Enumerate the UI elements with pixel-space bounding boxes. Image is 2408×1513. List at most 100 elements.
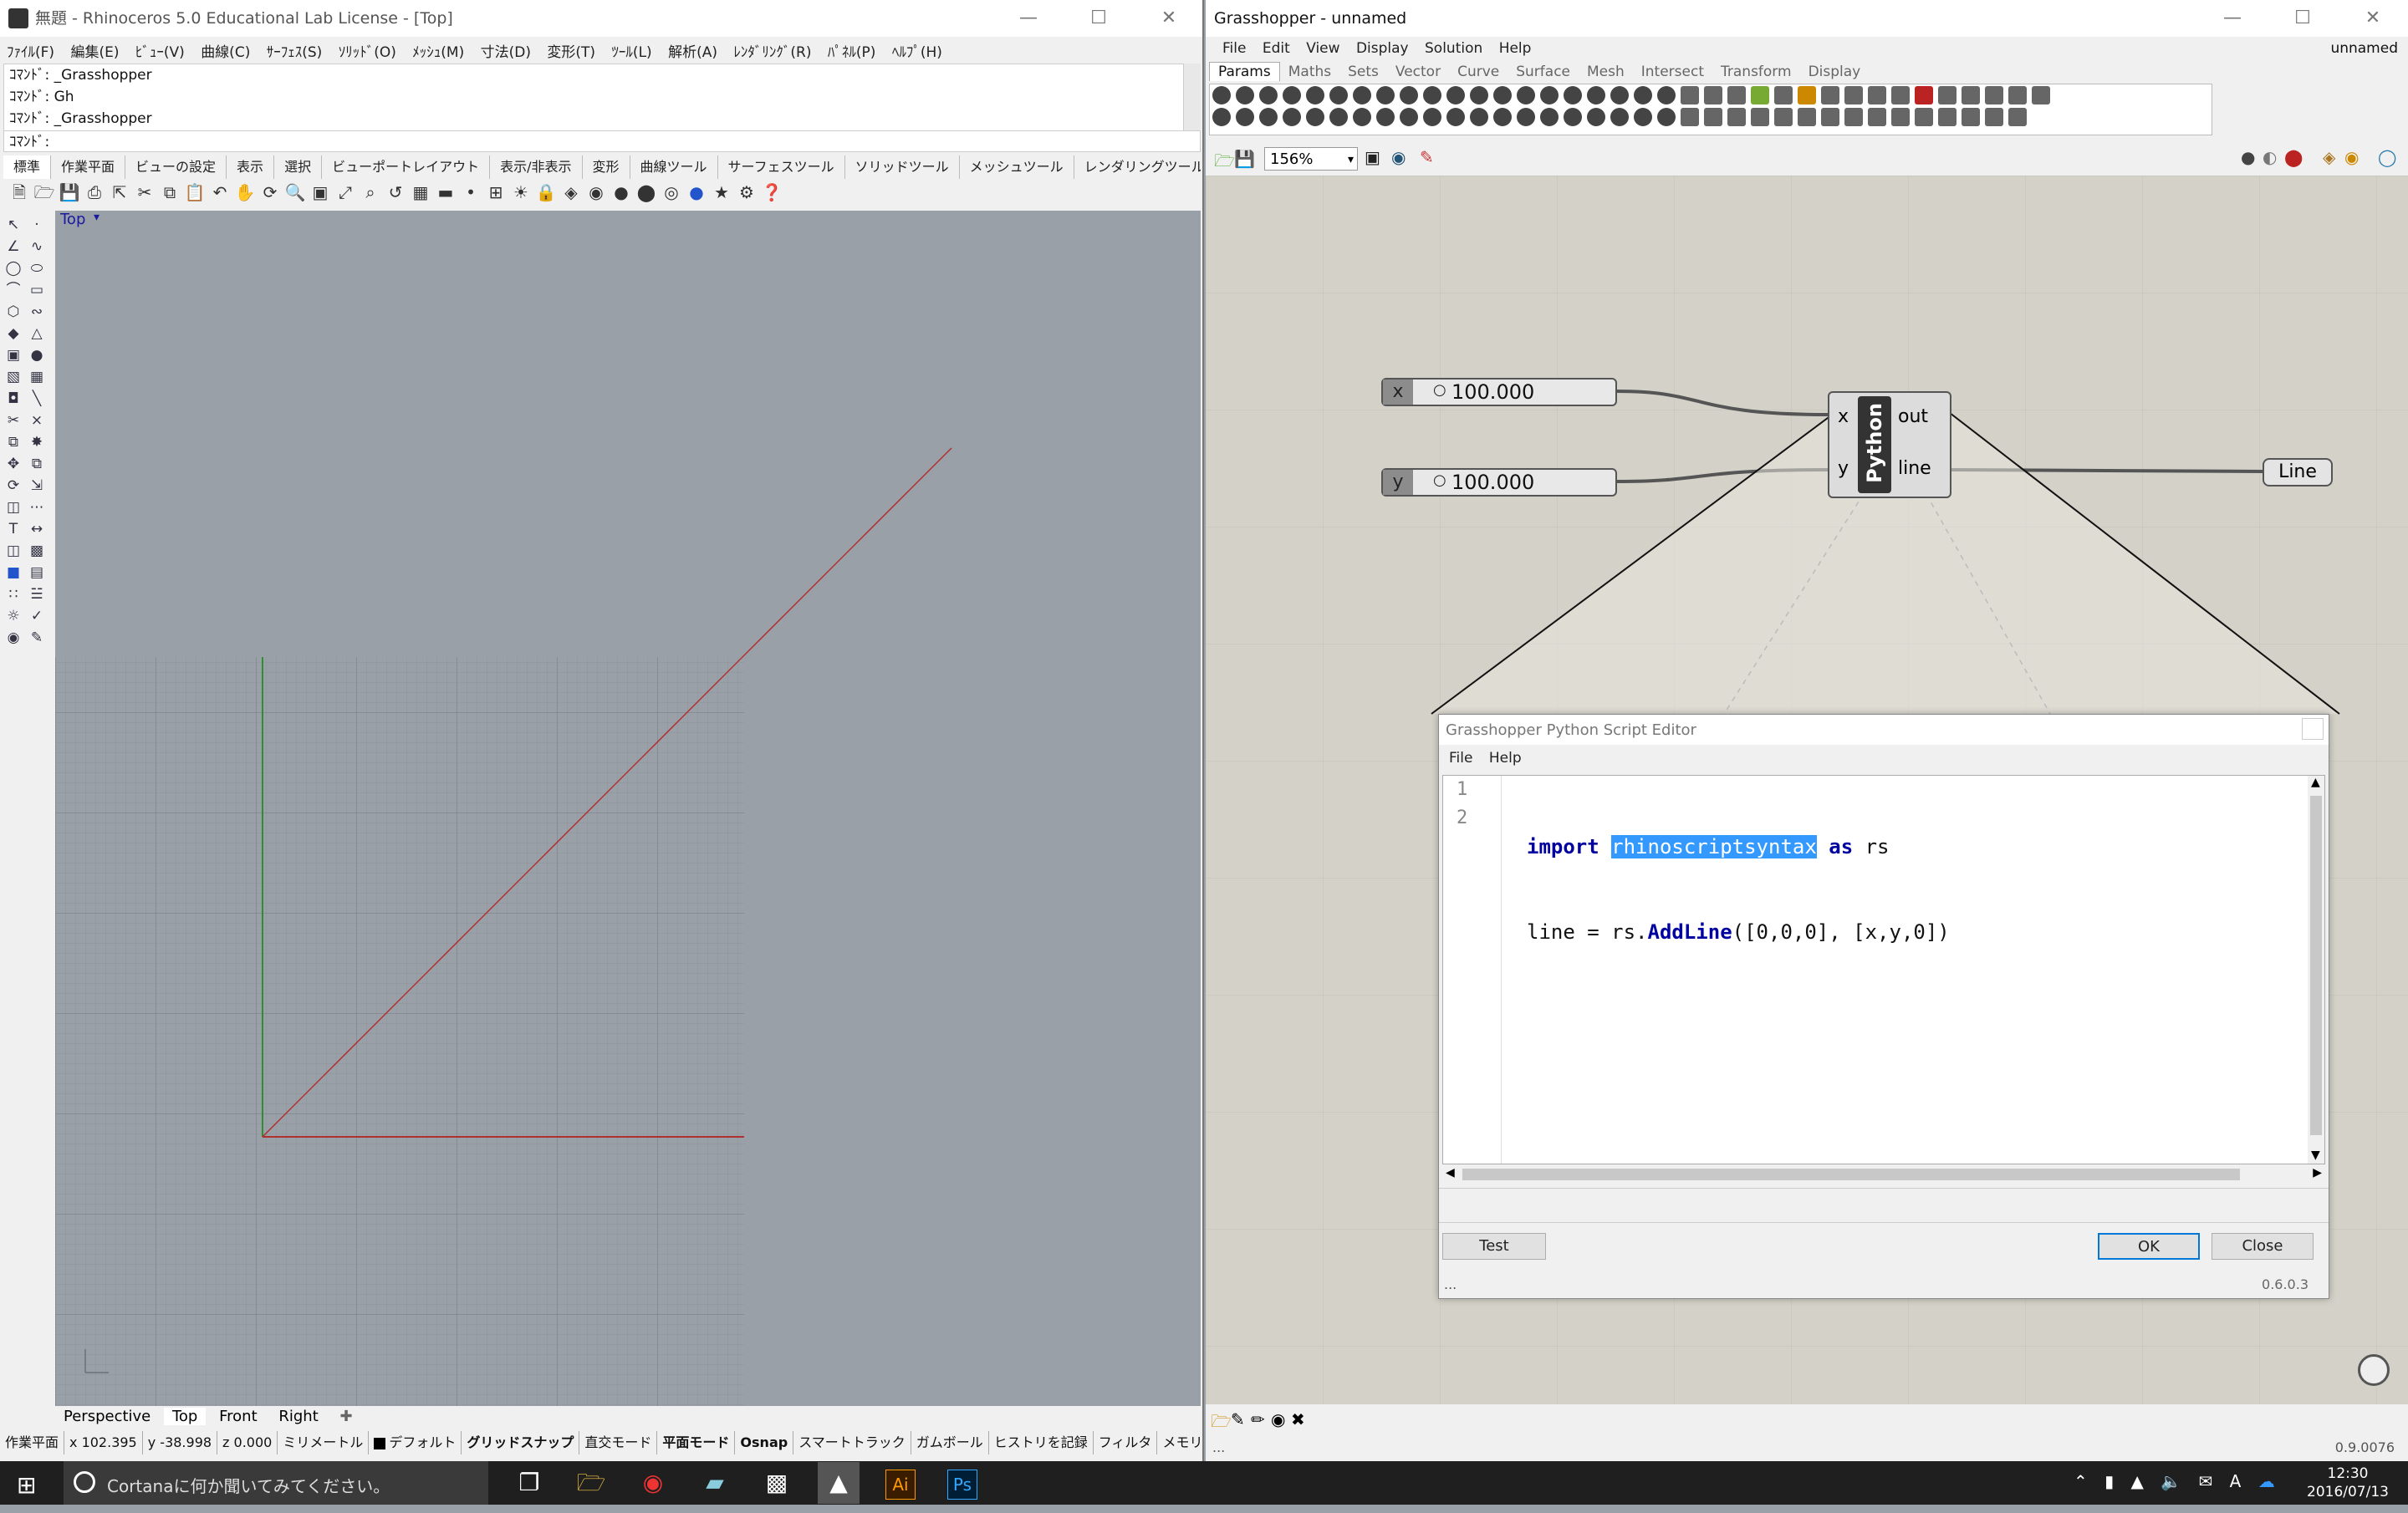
- hscroll-thumb[interactable]: [1462, 1169, 2240, 1180]
- save-icon[interactable]: 💾: [58, 181, 81, 204]
- lock-icon[interactable]: 🔒: [534, 181, 558, 204]
- menu-render[interactable]: ﾚﾝﾀﾞﾘﾝｸﾞ(R): [733, 44, 811, 61]
- menu-mesh[interactable]: ﾒｯｼｭ(M): [412, 44, 464, 61]
- start-windows-icon[interactable]: ⊞: [17, 1471, 36, 1499]
- tab-top[interactable]: Top: [163, 1408, 207, 1425]
- gh-util-icon[interactable]: [1915, 86, 1933, 104]
- mirror-icon[interactable]: ◫: [2, 497, 25, 518]
- battery-icon[interactable]: ▮: [2104, 1471, 2114, 1491]
- print-icon[interactable]: ⎙: [83, 181, 106, 204]
- clock[interactable]: 12:30 2016/07/13: [2298, 1465, 2398, 1501]
- app-icon[interactable]: ▰: [694, 1462, 736, 1504]
- open-file-icon[interactable]: 🗁: [33, 181, 56, 204]
- task-view-icon[interactable]: ❐: [508, 1462, 550, 1504]
- number-slider-x[interactable]: x ○ 100.000: [1381, 378, 1617, 406]
- volume-icon[interactable]: 🔈: [2161, 1471, 2181, 1491]
- gh-tab-curve[interactable]: Curve: [1449, 63, 1508, 81]
- grid-array-icon[interactable]: ∷: [2, 583, 25, 605]
- gh-util-icon[interactable]: [2032, 86, 2050, 104]
- light-icon[interactable]: ☀: [509, 181, 533, 204]
- gh-input-icon[interactable]: [1821, 108, 1839, 126]
- gh-input-icon[interactable]: [1821, 86, 1839, 104]
- gh-param-icon[interactable]: [1283, 108, 1301, 126]
- check-icon[interactable]: ✓: [25, 605, 48, 627]
- chrome-icon[interactable]: ◉: [632, 1462, 674, 1504]
- toggle-history[interactable]: ヒストリを記録: [989, 1431, 1094, 1454]
- options-gear-icon[interactable]: ⚙: [735, 181, 758, 204]
- gh-param-icon[interactable]: [1283, 86, 1301, 104]
- gh-folder-icon[interactable]: 🗁: [1211, 1409, 1232, 1438]
- menu-file[interactable]: ﾌｧｲﾙ(F): [7, 44, 54, 61]
- gh-param-icon[interactable]: [1657, 108, 1676, 126]
- scroll-left-icon[interactable]: ◀: [1446, 1166, 1455, 1179]
- gh-brush-icon[interactable]: ✏: [1251, 1409, 1265, 1429]
- gh-input-icon[interactable]: [1704, 86, 1722, 104]
- gh-close-icon[interactable]: ✕: [2338, 0, 2408, 37]
- gh-param-icon[interactable]: [1353, 86, 1371, 104]
- tab-mesh-tools[interactable]: メッシュツール: [960, 155, 1074, 179]
- blue-sphere-icon[interactable]: ●: [685, 181, 708, 204]
- gh-param-icon[interactable]: [1657, 86, 1676, 104]
- gh-util-icon[interactable]: [2008, 86, 2027, 104]
- menu-view[interactable]: ﾋﾞｭｰ(V): [135, 44, 185, 61]
- gh-titlebar[interactable]: Grasshopper - unnamed — ☐ ✕: [1206, 0, 2408, 37]
- gh-param-icon[interactable]: [1423, 86, 1441, 104]
- gh-zoom-select[interactable]: 156% ▾: [1264, 147, 1358, 171]
- input-x-label[interactable]: x: [1838, 406, 1849, 427]
- menu-help[interactable]: ﾍﾙﾌﾟ(H): [892, 44, 942, 61]
- menu-curve[interactable]: 曲線(C): [201, 44, 250, 61]
- group-icon[interactable]: ◫: [2, 540, 25, 562]
- gh-param-icon[interactable]: [1400, 108, 1418, 126]
- gh-param-icon[interactable]: [1259, 86, 1278, 104]
- gh-input-icon[interactable]: [1798, 108, 1816, 126]
- gh-param-icon[interactable]: [1610, 108, 1629, 126]
- gh-input-icon[interactable]: [1798, 86, 1816, 104]
- gh-param-icon[interactable]: [1470, 86, 1488, 104]
- tab-solid-tools[interactable]: ソリッドツール: [845, 155, 960, 179]
- gh-minimize-icon[interactable]: —: [2197, 0, 2268, 37]
- explode-icon[interactable]: ✸: [25, 431, 48, 453]
- menu-dimension[interactable]: 寸法(D): [481, 44, 531, 61]
- four-view-icon[interactable]: ▦: [409, 181, 432, 204]
- gh-param-icon[interactable]: [1564, 86, 1582, 104]
- sphere-icon[interactable]: ●: [25, 344, 48, 366]
- gh-target-icon[interactable]: ◉: [1271, 1409, 1285, 1429]
- close-button[interactable]: Close: [2212, 1233, 2314, 1260]
- toggle-osnap[interactable]: Osnap: [735, 1431, 794, 1454]
- arc-icon[interactable]: ⌒: [2, 279, 25, 301]
- output-out-label[interactable]: out: [1898, 406, 1928, 427]
- gh-param-icon[interactable]: [1400, 86, 1418, 104]
- gh-input-icon[interactable]: [1891, 108, 1910, 126]
- tab-right[interactable]: Right: [270, 1408, 326, 1425]
- tab-transform[interactable]: 変形: [583, 155, 630, 179]
- trim-icon[interactable]: ✂: [2, 410, 25, 431]
- import-icon[interactable]: ⇱: [108, 181, 131, 204]
- gh-tab-mesh[interactable]: Mesh: [1579, 63, 1633, 81]
- box-icon[interactable]: ▣: [2, 344, 25, 366]
- menu-solid[interactable]: ｿﾘｯﾄﾞ(O): [339, 44, 396, 61]
- rhino-taskbar-icon[interactable]: ▲: [818, 1462, 860, 1504]
- add-viewport-icon[interactable]: ✚: [332, 1408, 361, 1425]
- code-editor[interactable]: 1 2 import rhinoscriptsyntax as rs line …: [1442, 775, 2325, 1164]
- editor-menu-file[interactable]: File: [1449, 750, 1472, 767]
- zoom-selected-icon[interactable]: ⌕: [359, 181, 382, 204]
- point-tool-icon[interactable]: ·: [25, 214, 48, 236]
- top-viewport[interactable]: Top ▾: [55, 211, 1201, 1406]
- gh-param-icon[interactable]: [1306, 86, 1324, 104]
- gh-param-icon[interactable]: [1587, 108, 1605, 126]
- menu-surface[interactable]: ｻｰﾌｪｽ(S): [267, 44, 323, 61]
- mesh-icon[interactable]: ▦: [25, 366, 48, 388]
- rotate-icon[interactable]: ⟳: [2, 475, 25, 497]
- scale-icon[interactable]: ⇲: [25, 475, 48, 497]
- test-button[interactable]: Test: [1442, 1233, 1546, 1260]
- gh-param-icon[interactable]: [1540, 108, 1559, 126]
- gh-tab-params[interactable]: Params: [1209, 62, 1280, 81]
- point-icon[interactable]: •: [459, 181, 482, 204]
- zoom-window-icon[interactable]: ▣: [309, 181, 332, 204]
- gh-menu-edit[interactable]: Edit: [1263, 40, 1290, 57]
- gh-util-icon[interactable]: [1962, 108, 1980, 126]
- paint-icon[interactable]: ✎: [25, 627, 48, 649]
- gh-param-icon[interactable]: [1259, 108, 1278, 126]
- tab-select[interactable]: 選択: [274, 155, 323, 179]
- gh-preview-shaded-icon[interactable]: ⬤: [2284, 147, 2303, 167]
